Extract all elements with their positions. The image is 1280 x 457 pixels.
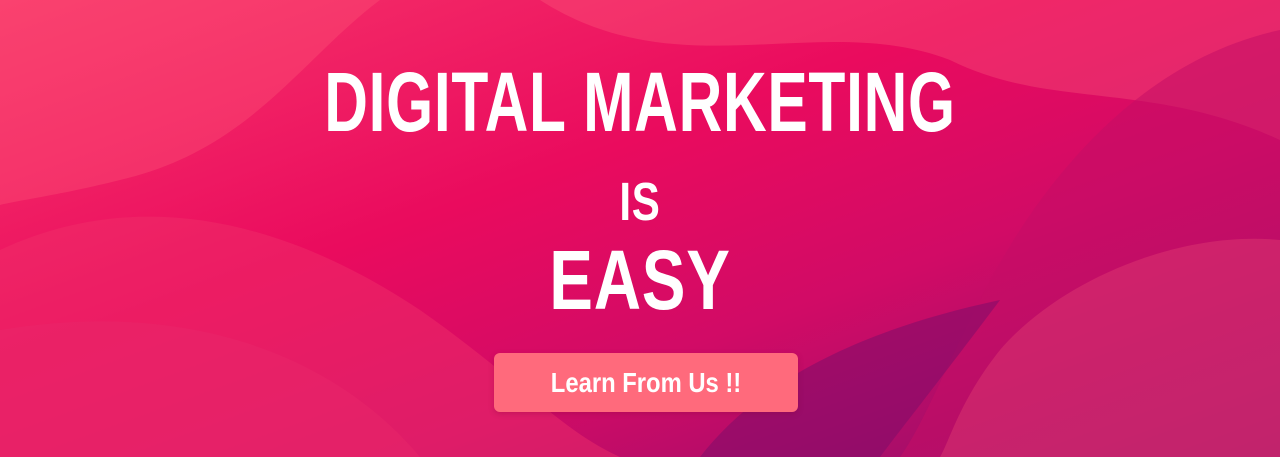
learn-from-us-button-label: Learn From Us !! bbox=[550, 366, 742, 398]
headline-line-3: EASY bbox=[549, 233, 731, 327]
hero-banner: DIGITAL MARKETING IS EASY Learn From Us … bbox=[0, 0, 1280, 457]
learn-from-us-button[interactable]: Learn From Us !! bbox=[494, 353, 798, 412]
headline-line-2: IS bbox=[619, 172, 661, 232]
headline-line-1: DIGITAL MARKETING bbox=[324, 55, 956, 149]
